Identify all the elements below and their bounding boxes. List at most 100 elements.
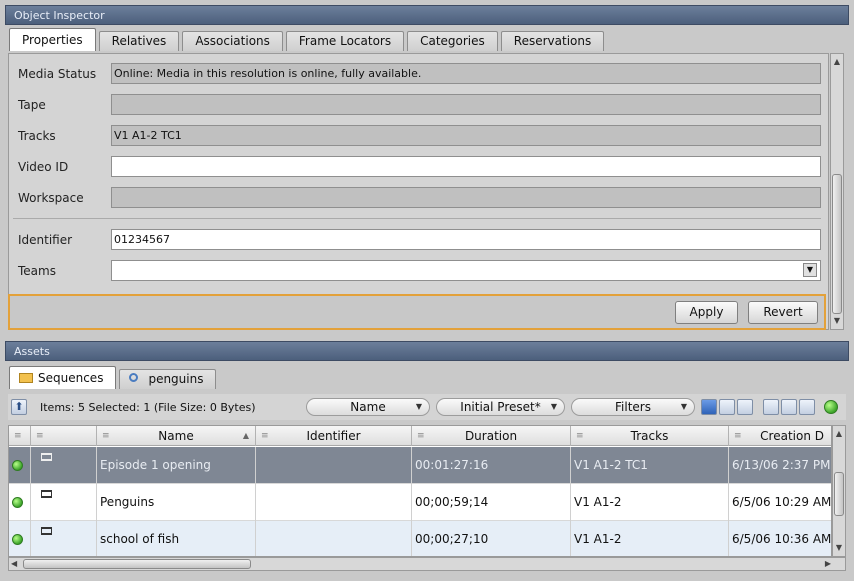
sequence-icon [41, 527, 52, 535]
tab-associations[interactable]: Associations [182, 31, 283, 51]
search-icon [129, 373, 139, 382]
assets-title: Assets [5, 341, 849, 361]
teams-dropdown[interactable]: ▼ [111, 260, 821, 281]
column-duration-label: Duration [464, 429, 518, 443]
scroll-up-icon[interactable]: ▲ [831, 56, 843, 68]
scroll-down-icon[interactable]: ▼ [831, 315, 843, 327]
small-thumbnail-icon[interactable] [799, 399, 815, 415]
tab-sequences[interactable]: Sequences [9, 366, 117, 389]
horizontal-scroll-thumb[interactable] [23, 559, 251, 569]
grid-view-icon[interactable] [737, 399, 753, 415]
scroll-down-icon[interactable]: ▼ [833, 542, 845, 554]
scroll-right-icon[interactable]: ▶ [825, 558, 831, 570]
status-dot-icon [824, 400, 838, 414]
online-status-icon [12, 497, 23, 508]
apply-bar: Apply Revert [8, 294, 826, 330]
scroll-thumb[interactable] [834, 472, 844, 516]
table-row[interactable]: Episode 1 opening 00:01:27:16 V1 A1-2 TC… [9, 447, 831, 484]
preset-combo-value: Initial Preset* [460, 400, 541, 414]
filters-combo[interactable]: Filters ▼ [571, 398, 695, 416]
apply-button[interactable]: Apply [675, 301, 738, 324]
tape-row: Tape [9, 94, 828, 116]
table-header: ≡ ≡ ≡ Name ▲ ≡ Identifier ≡ Duration ≡ Track… [9, 426, 831, 446]
online-status-icon [12, 534, 23, 545]
filters-combo-value: Filters [615, 400, 651, 414]
cell-duration: 00;00;59;14 [412, 484, 571, 521]
tape-field [111, 94, 821, 115]
tape-label: Tape [18, 98, 46, 112]
tracks-row: Tracks V1 A1-2 TC1 [9, 125, 828, 147]
video-id-input[interactable] [111, 156, 821, 177]
list-view-icon[interactable] [701, 399, 717, 415]
cell-creation: 6/13/06 2:37 PM [729, 447, 831, 484]
sort-combo[interactable]: Name ▼ [306, 398, 430, 416]
chevron-down-icon: ▼ [680, 402, 687, 411]
chevron-down-icon[interactable]: ▼ [803, 263, 817, 277]
column-tracks[interactable]: ≡ Tracks [571, 426, 729, 446]
chevron-down-icon: ▼ [415, 402, 422, 411]
large-thumbnail-icon[interactable] [763, 399, 779, 415]
tab-penguins-label: penguins [148, 372, 204, 386]
cell-identifier [256, 447, 412, 484]
table-row[interactable]: Penguins 00;00;59;14 V1 A1-2 6/5/06 10:2… [9, 484, 831, 521]
sort-combo-value: Name [350, 400, 386, 414]
assets-toolbar: ⬆ Items: 5 Selected: 1 (File Size: 0 Byt… [8, 394, 846, 420]
tab-properties[interactable]: Properties [9, 28, 96, 51]
column-name-label: Name [158, 429, 194, 443]
detail-view-icon[interactable] [719, 399, 735, 415]
column-identifier-label: Identifier [306, 429, 361, 443]
cell-name: Penguins [97, 484, 256, 521]
cell-tracks: V1 A1-2 [571, 521, 729, 556]
table-row[interactable]: school of fish 00;00;27;10 V1 A1-2 6/5/0… [9, 521, 831, 556]
column-name[interactable]: ≡ Name ▲ [97, 426, 256, 446]
inspector-tabs: Properties Relatives Associations Frame … [9, 28, 605, 51]
tracks-label: Tracks [18, 129, 56, 143]
cell-duration: 00;00;27;10 [412, 521, 571, 556]
video-id-label: Video ID [18, 160, 69, 174]
assets-tabs: Sequences penguins [9, 366, 217, 389]
assets-vertical-scrollbar[interactable]: ▲ ▼ [832, 425, 846, 557]
cell-duration: 00:01:27:16 [412, 447, 571, 484]
scroll-thumb[interactable] [832, 174, 842, 314]
sequence-icon [41, 490, 52, 498]
scroll-up-icon[interactable]: ▲ [833, 428, 845, 440]
column-type[interactable]: ≡ [31, 426, 97, 446]
assets-horizontal-scrollbar[interactable]: ◀ ▶ [8, 557, 846, 571]
tab-categories[interactable]: Categories [407, 31, 498, 51]
tab-frame-locators[interactable]: Frame Locators [285, 31, 405, 51]
sequence-icon [41, 453, 52, 461]
column-creation[interactable]: ≡ Creation D [729, 426, 831, 446]
medium-thumbnail-icon[interactable] [781, 399, 797, 415]
column-status[interactable]: ≡ [9, 426, 31, 446]
tracks-field: V1 A1-2 TC1 [111, 125, 821, 146]
identifier-label: Identifier [18, 233, 73, 247]
tab-relatives[interactable]: Relatives [98, 31, 180, 51]
chevron-down-icon: ▼ [550, 402, 557, 411]
cell-tracks: V1 A1-2 [571, 484, 729, 521]
column-duration[interactable]: ≡ Duration [412, 426, 571, 446]
online-status-icon [12, 460, 23, 471]
column-identifier[interactable]: ≡ Identifier [256, 426, 412, 446]
tab-reservations[interactable]: Reservations [500, 31, 605, 51]
tab-penguins[interactable]: penguins [119, 369, 217, 389]
column-tracks-label: Tracks [630, 429, 669, 443]
sort-asc-icon: ▲ [242, 431, 249, 440]
workspace-field [111, 187, 821, 208]
preset-combo[interactable]: Initial Preset* ▼ [436, 398, 565, 416]
media-status-row: Media Status Online: Media in this resol… [9, 63, 828, 85]
identifier-row: Identifier 01234567 [9, 229, 828, 251]
tab-sequences-label: Sequences [38, 371, 104, 385]
assets-table: ≡ ≡ ≡ Name ▲ ≡ Identifier ≡ Duration ≡ Track… [8, 425, 832, 557]
identifier-input[interactable]: 01234567 [111, 229, 821, 250]
inspector-scrollbar[interactable]: ▲ ▼ [830, 53, 844, 330]
teams-row: Teams ▼ [9, 260, 828, 282]
items-summary: Items: 5 Selected: 1 (File Size: 0 Bytes… [40, 401, 256, 414]
scroll-left-icon[interactable]: ◀ [11, 558, 17, 570]
cell-creation: 6/5/06 10:36 AM [729, 521, 831, 556]
cell-name: Episode 1 opening [97, 447, 256, 484]
up-arrow-icon[interactable]: ⬆ [11, 399, 27, 415]
workspace-label: Workspace [18, 191, 84, 205]
revert-button[interactable]: Revert [748, 301, 818, 324]
cell-identifier [256, 484, 412, 521]
cell-creation: 6/5/06 10:29 AM [729, 484, 831, 521]
